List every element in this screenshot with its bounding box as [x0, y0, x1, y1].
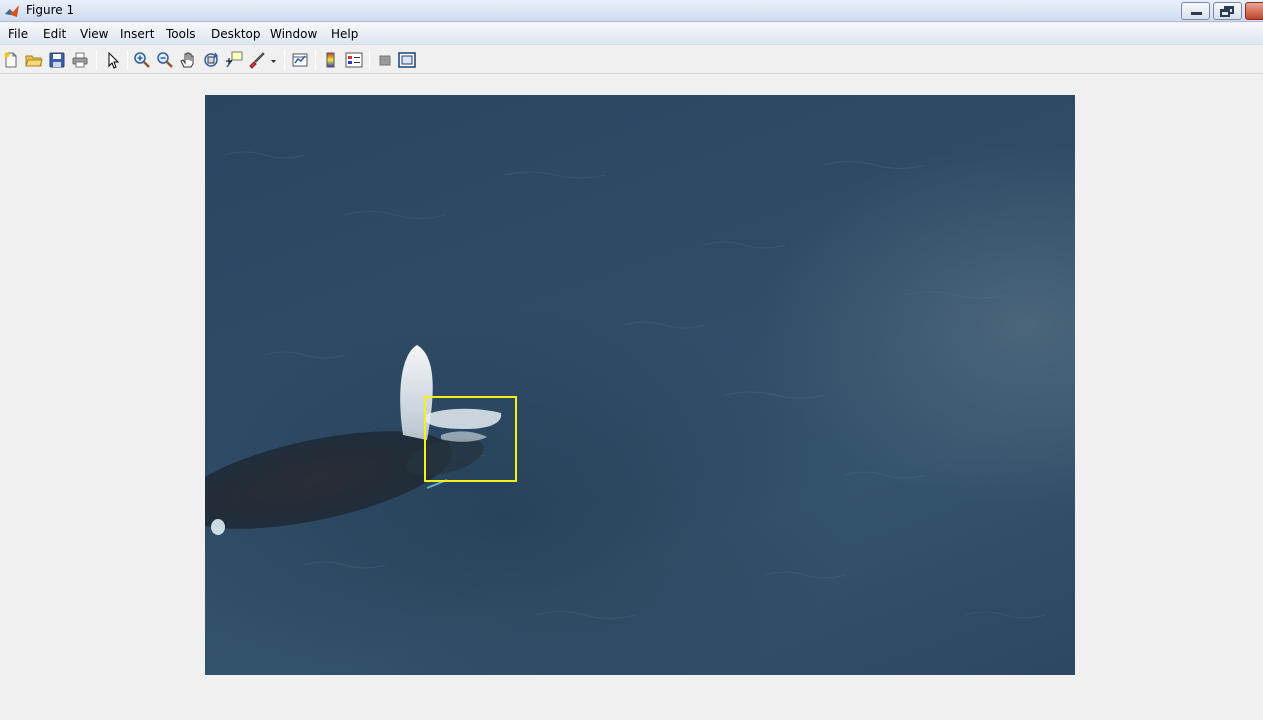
menu-window[interactable]: Window: [270, 27, 317, 41]
new-figure-icon[interactable]: [2, 51, 20, 69]
menu-bar: File Edit View Insert Tools Desktop Wind…: [0, 23, 1263, 45]
brush-icon[interactable]: [248, 51, 266, 69]
hide-plot-tools-icon[interactable]: [376, 51, 394, 69]
brush-dropdown-chevron-icon[interactable]: [268, 51, 278, 69]
link-plot-icon[interactable]: [291, 51, 309, 69]
menu-view[interactable]: View: [80, 27, 108, 41]
save-icon[interactable]: [48, 51, 66, 69]
window-title: Figure 1: [26, 3, 75, 17]
minimize-icon: [1191, 12, 1202, 15]
legend-icon[interactable]: [345, 51, 363, 69]
restore-button[interactable]: [1213, 2, 1242, 20]
zoom-in-icon[interactable]: [133, 51, 151, 69]
menu-desktop[interactable]: Desktop: [211, 27, 261, 41]
menu-insert[interactable]: Insert: [120, 27, 154, 41]
whale-photo-axes[interactable]: [205, 95, 1075, 675]
menu-help[interactable]: Help: [331, 27, 358, 41]
zoom-out-icon[interactable]: [156, 51, 174, 69]
edit-plot-arrow-icon[interactable]: [104, 51, 122, 69]
rotate-3d-icon[interactable]: [202, 51, 220, 69]
print-icon[interactable]: [71, 51, 89, 69]
menu-file[interactable]: File: [8, 27, 28, 41]
figure-toolbar: [0, 46, 1263, 74]
open-file-icon[interactable]: [25, 51, 43, 69]
matlab-logo-icon: [4, 3, 20, 19]
show-plot-tools-icon[interactable]: [398, 51, 416, 69]
close-button[interactable]: [1245, 2, 1263, 20]
ocean-image: [205, 151, 1046, 619]
title-bar: Figure 1: [0, 0, 1263, 22]
data-cursor-icon[interactable]: [225, 51, 243, 69]
colorbar-icon[interactable]: [322, 51, 340, 69]
detection-bounding-box: [424, 396, 517, 482]
pan-hand-icon[interactable]: [179, 51, 197, 69]
menu-edit[interactable]: Edit: [43, 27, 66, 41]
menu-tools[interactable]: Tools: [166, 27, 196, 41]
minimize-button[interactable]: [1181, 2, 1210, 20]
